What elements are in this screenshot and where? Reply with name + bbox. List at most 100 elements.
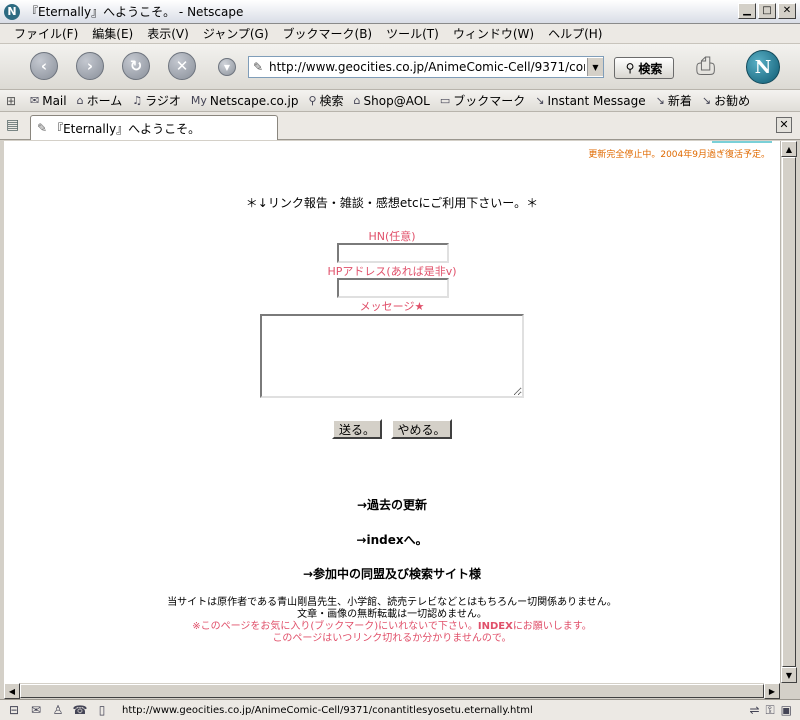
radio-icon: ♫	[132, 94, 143, 107]
print-icon[interactable]: ⎙	[696, 52, 715, 80]
address-bar[interactable]: ✎ ▼	[248, 56, 604, 78]
security-lock-icon[interactable]: ⚿	[766, 703, 775, 718]
chevron-down-icon: ▼	[223, 62, 231, 72]
shop-icon: ⌂	[353, 94, 361, 107]
window-title: 『Eternally』へようこそ。 - Netscape	[26, 5, 244, 19]
toolbar-item-shop[interactable]: ⌂ Shop@AOL	[354, 94, 430, 108]
disclaimer-text: 当サイトは原作者である青山剛昌先生、小学館、読売テレビなどとはもちろんー切関係あ…	[167, 597, 617, 608]
menu-edit[interactable]: 編集(E)	[92, 25, 133, 42]
page-link-icon: ✎	[253, 60, 264, 74]
form-heading: ＊↓リンク報告・雑談・感想etcにご利用下さいー。＊	[245, 196, 539, 210]
vertical-scroll-thumb[interactable]	[782, 157, 796, 667]
close-button[interactable]: ✕	[778, 3, 796, 19]
recommend-icon: ↘	[701, 94, 712, 107]
minimize-button[interactable]: ▁	[738, 3, 756, 19]
menu-view[interactable]: 表示(V)	[147, 25, 189, 42]
status-indicators: ⇌ ⚿ ▣	[749, 703, 792, 718]
status-bar: ⊟ ✉ ♙ ☎ ▯ http://www.geocities.co.jp/Ani…	[0, 699, 800, 720]
hp-input[interactable]	[337, 278, 449, 298]
tab-label: 『Eternally』へようこそ。	[51, 121, 201, 136]
connection-icon: ⇌	[749, 703, 760, 717]
close-tab-button[interactable]: ✕	[776, 117, 792, 133]
toolbar-item-search[interactable]: ⚲ 検索	[308, 92, 343, 109]
page-content: 更新完全停止中。2004年9月過ぎ復活予定。 ＊↓リンク報告・雑談・感想etcに…	[4, 141, 780, 683]
address-book-icon[interactable]: ☎	[72, 703, 88, 717]
toolbar-item-home[interactable]: ⌂ ホーム	[77, 92, 123, 109]
message-textarea[interactable]	[260, 314, 524, 398]
scroll-right-button[interactable]: ▶	[764, 683, 780, 699]
toolbar-item-mail[interactable]: ✉ Mail	[30, 94, 67, 108]
menu-window[interactable]: ウィンドウ(W)	[453, 25, 534, 42]
scroll-left-button[interactable]: ◀	[4, 683, 20, 699]
scroll-down-button[interactable]: ▼	[781, 667, 797, 683]
toolbar-item-bookmarks[interactable]: ▭ ブックマーク	[440, 92, 525, 109]
menu-bar: ファイル(F) 編集(E) 表示(V) ジャンプ(G) ブックマーク(B) ツー…	[0, 24, 800, 44]
hp-label: HPアドレス(あれば是非v)	[327, 265, 457, 278]
past-updates-link[interactable]: →過去の更新	[4, 496, 780, 513]
netscape-logo[interactable]: N	[746, 50, 780, 84]
message-label: メッセージ★	[359, 300, 425, 313]
toolbar-grip-icon[interactable]: ⊞	[6, 94, 16, 108]
reload-icon: ↻	[129, 57, 143, 75]
mail-icon[interactable]: ✉	[28, 703, 44, 717]
notice-divider	[712, 141, 772, 143]
stop-icon: ✕	[175, 57, 189, 75]
bookmark-icon: ▭	[439, 94, 451, 107]
index-link[interactable]: →indexへ。	[4, 531, 780, 548]
popup-icon: ▣	[780, 703, 792, 717]
netscape-app-icon: N	[4, 3, 20, 20]
menu-tools[interactable]: ツール(T)	[386, 25, 439, 42]
navigator-icon[interactable]: ⊟	[6, 703, 22, 717]
menu-bookmarks[interactable]: ブックマーク(B)	[283, 25, 373, 42]
hn-label: HN(任意)	[368, 230, 416, 243]
search-button-label: 検索	[638, 61, 663, 76]
page-icon[interactable]: ▯	[94, 703, 110, 717]
menu-help[interactable]: ヘルプ(H)	[548, 25, 602, 42]
tab-bar: ▤ ✎ 『Eternally』へようこそ。 ✕	[0, 112, 800, 140]
toolbar-item-im[interactable]: ↘ Instant Message	[535, 94, 645, 108]
update-notice: 更新完全停止中。2004年9月過ぎ復活予定。	[588, 150, 770, 160]
toolbar-item-radio[interactable]: ♫ ラジオ	[132, 92, 181, 109]
window-controls: ▁ □ ✕	[738, 3, 796, 19]
send-button[interactable]: 送る。	[332, 419, 382, 439]
page-link-icon: ✎	[37, 121, 48, 135]
toolbar-item-netscape[interactable]: My Netscape.co.jp	[191, 94, 299, 108]
mail-icon: ✉	[30, 94, 40, 107]
title-bar: N 『Eternally』へようこそ。 - Netscape ▁ □ ✕	[0, 0, 800, 24]
magnifier-icon: ⚲	[625, 61, 635, 75]
url-input[interactable]	[267, 58, 587, 76]
scroll-up-button[interactable]: ▲	[781, 141, 797, 157]
im-icon: ↘	[535, 94, 545, 107]
status-url: http://www.geocities.co.jp/AnimeComic-Ce…	[122, 704, 533, 716]
my-netscape-icon: My	[190, 94, 207, 107]
sidebar-toggle-icon[interactable]: ▤	[6, 117, 19, 133]
toolbar-item-recommend[interactable]: ↘ お勧め	[702, 92, 750, 109]
alliances-link[interactable]: →参加中の同盟及び検索サイト様	[4, 565, 780, 582]
cancel-button[interactable]: やめる。	[391, 419, 452, 439]
hn-input[interactable]	[337, 243, 449, 263]
horizontal-scrollbar[interactable]: ◀ ▶	[4, 683, 780, 699]
url-dropdown[interactable]: ▼	[587, 58, 603, 76]
index-text: INDEX	[477, 621, 513, 632]
forward-button[interactable]: ›	[76, 52, 104, 80]
home-icon: ⌂	[76, 94, 84, 107]
forward-arrow-icon: ›	[86, 57, 94, 75]
reload-button[interactable]: ↻	[122, 52, 150, 80]
toolbar-item-new[interactable]: ↘ 新着	[656, 92, 692, 109]
tab-eternally[interactable]: ✎ 『Eternally』へようこそ。	[30, 115, 278, 140]
search-icon: ⚲	[308, 94, 317, 107]
menu-file[interactable]: ファイル(F)	[14, 25, 78, 42]
maximize-button[interactable]: □	[758, 3, 776, 19]
menu-go[interactable]: ジャンプ(G)	[203, 25, 269, 42]
copyright-text: 文章・画像の無断転載は一切認めません。	[297, 609, 487, 620]
search-button[interactable]: ⚲ 検索	[614, 57, 674, 79]
stop-button[interactable]: ✕	[168, 52, 196, 80]
horizontal-scroll-thumb[interactable]	[20, 684, 764, 698]
link-warning: このページはいつリンク切れるか分かりませんので。	[272, 633, 512, 644]
back-button[interactable]: ‹	[30, 52, 58, 80]
navigation-toolbar: ‹ › ↻ ✕ ▼ ✎ ▼ ⚲ 検索 ⎙ N	[0, 44, 800, 90]
bookmark-notice: ※このページをお気に入り(ブックマーク)にいれないで下さい。INDEXにお願いし…	[192, 621, 592, 632]
composer-icon[interactable]: ♙	[50, 703, 66, 717]
history-dropdown-button[interactable]: ▼	[218, 58, 236, 76]
vertical-scrollbar[interactable]: ▲ ▼	[780, 141, 797, 683]
